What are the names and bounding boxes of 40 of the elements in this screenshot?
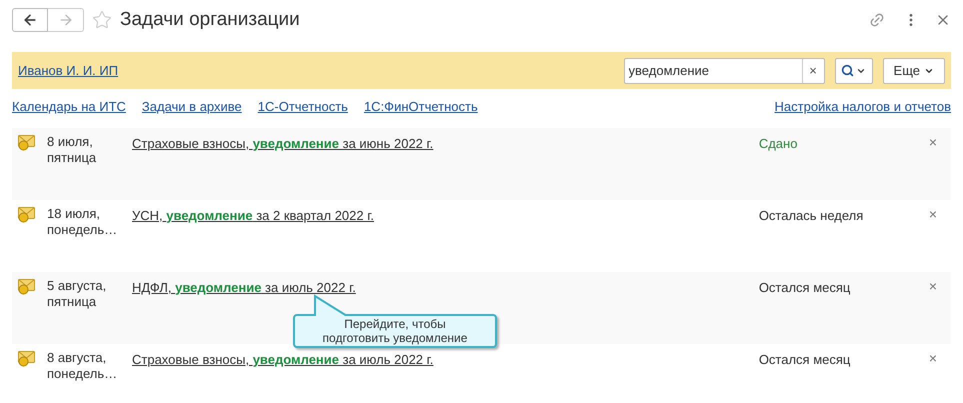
- nav-link[interactable]: 1С-Отчетность: [258, 97, 348, 117]
- envelope-coin-icon: [18, 278, 35, 295]
- favorite-star-icon[interactable]: [92, 10, 112, 30]
- task-date: 8 июля,: [47, 134, 94, 150]
- settings-link[interactable]: Настройка налогов и отчетов: [774, 97, 951, 117]
- task-weekday: пятница: [47, 294, 98, 310]
- task-link[interactable]: Страховые взносы, уведомление за июль 2022 г.: [132, 352, 434, 367]
- task-status: Осталась неделя: [758, 207, 864, 225]
- task-status: Остался месяц: [758, 279, 852, 297]
- task-weekday: понедель…: [47, 222, 118, 238]
- task-status: Остался месяц: [758, 351, 852, 369]
- search-button[interactable]: [834, 58, 873, 84]
- search-icon: [841, 64, 854, 77]
- task-link[interactable]: УСН, уведомление за 2 квартал 2022 г.: [132, 208, 374, 223]
- task-date: 18 июля,: [47, 206, 102, 222]
- task-weekday: пятница: [47, 150, 98, 166]
- back-button[interactable]: [12, 8, 48, 32]
- nav-link[interactable]: Задачи в архиве: [142, 97, 242, 117]
- remove-button[interactable]: ×: [928, 350, 937, 366]
- envelope-coin-icon: [18, 134, 35, 151]
- task-link[interactable]: Страховые взносы, уведомление за июнь 2022 г.: [132, 136, 434, 151]
- task-link[interactable]: НДФЛ, уведомление за июль 2022 г.: [132, 280, 356, 295]
- nav-link[interactable]: Календарь на ИТС: [12, 97, 126, 117]
- task-status: Сдано: [758, 135, 798, 153]
- clear-button[interactable]: ×: [802, 58, 824, 82]
- remove-button[interactable]: ×: [928, 278, 937, 294]
- organization-link[interactable]: Иванов И. И. ИП: [18, 60, 118, 80]
- task-date: 5 августа,: [47, 278, 108, 294]
- remove-button[interactable]: ×: [928, 206, 937, 222]
- task-weekday: понедель…: [47, 366, 118, 382]
- nav-link[interactable]: 1С:ФинОтчетность: [364, 97, 478, 117]
- tooltip: Перейдите, чтобы подготовить уведомление: [293, 294, 497, 348]
- right-arrow-icon: [58, 12, 74, 28]
- envelope-coin-icon: [18, 350, 35, 367]
- more-button[interactable]: Еще: [882, 58, 945, 84]
- window-title: Задачи организации: [120, 8, 300, 32]
- envelope-coin-icon: [18, 206, 35, 223]
- task-date: 8 августа,: [47, 350, 108, 366]
- search-field[interactable]: уведомление ×: [624, 58, 825, 84]
- remove-button[interactable]: ×: [928, 134, 937, 150]
